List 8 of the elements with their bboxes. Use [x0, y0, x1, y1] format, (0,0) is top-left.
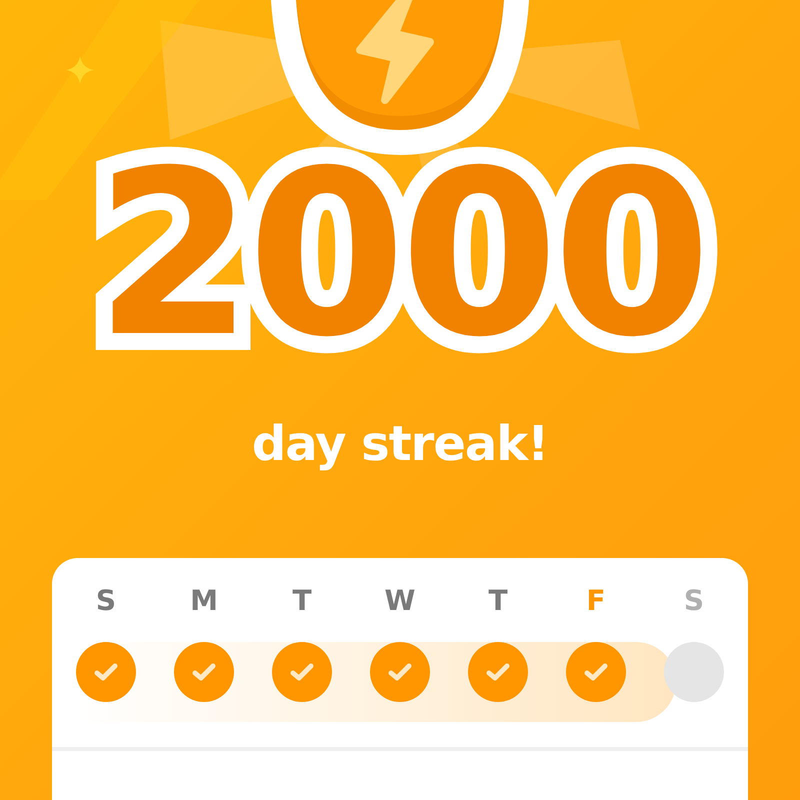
weekday-label: T: [292, 584, 312, 617]
streak-caption: day streak!: [252, 416, 548, 472]
weekday-label: M: [190, 584, 218, 617]
weekday-label: W: [384, 584, 416, 617]
weekday-label: F: [586, 584, 606, 617]
weekday-label: T: [488, 584, 508, 617]
weekday-label: S: [96, 584, 116, 617]
weekday-label: S: [684, 584, 704, 617]
